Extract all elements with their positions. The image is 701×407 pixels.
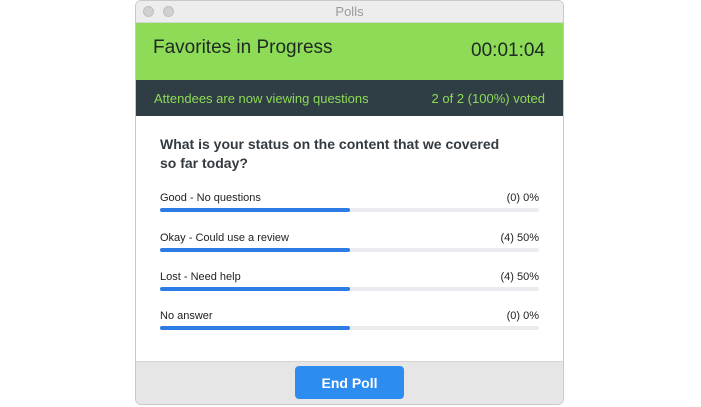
answer-result: (0) 0% [506,310,539,322]
end-poll-button[interactable]: End Poll [295,366,404,399]
poll-banner: Favorites in Progress 00:01:04 [136,23,563,80]
answer-result: (4) 50% [500,271,539,283]
status-message: Attendees are now viewing questions [154,91,369,106]
vote-count: 2 of 2 (100%) voted [431,91,545,106]
answer-label: Lost - Need help [160,271,241,283]
answer-label: No answer [160,310,213,322]
poll-name: Favorites in Progress [153,37,333,58]
answer-row: Lost - Need help (4) 50% [160,271,539,295]
window-title: Polls [335,4,364,19]
result-bar-fill [160,287,350,291]
result-bar-track [160,208,539,212]
result-bar-track [160,287,539,291]
title-bar: Polls [136,1,563,23]
result-bar-track [160,326,539,330]
answer-row: No answer (0) 0% [160,310,539,334]
answer-result: (4) 50% [500,232,539,244]
result-bar-fill [160,208,350,212]
answer-label: Okay - Could use a review [160,232,289,244]
question-text: What is your status on the content that … [160,136,500,171]
poll-results: What is your status on the content that … [136,116,563,364]
answer-row: Good - No questions (0) 0% [160,192,539,216]
poll-footer: End Poll [136,361,563,404]
result-bar-fill [160,326,350,330]
answer-row: Okay - Could use a review (4) 50% [160,232,539,256]
poll-timer: 00:01:04 [471,40,545,61]
status-bar: Attendees are now viewing questions 2 of… [136,80,563,116]
answer-result: (0) 0% [506,192,539,204]
result-bar-fill [160,248,350,252]
answer-label: Good - No questions [160,192,261,204]
result-bar-track [160,248,539,252]
polls-window: Polls Favorites in Progress 00:01:04 Att… [135,0,564,405]
